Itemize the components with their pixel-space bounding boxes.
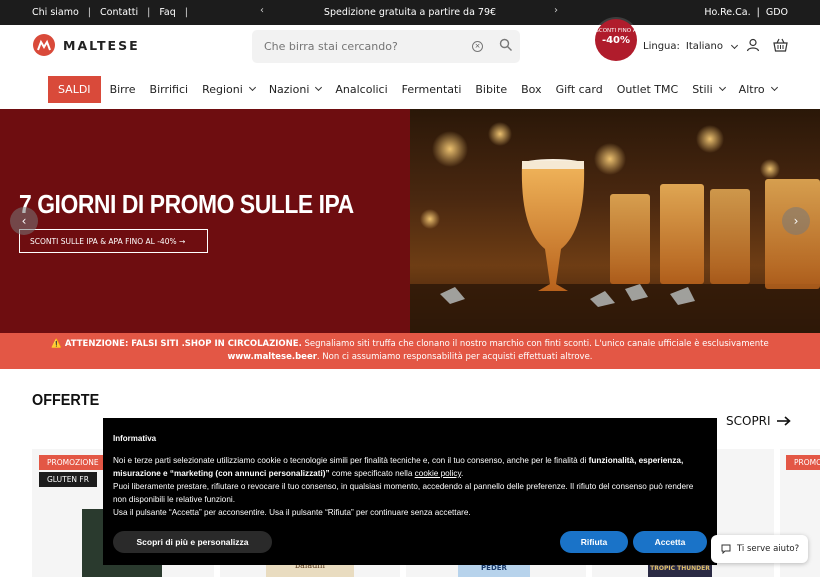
nav-item-regioni[interactable]: Regioni xyxy=(202,82,256,96)
nav-item-bibite[interactable]: Bibite xyxy=(475,83,507,96)
link-horeca[interactable]: Ho.Re.Ca. xyxy=(704,7,750,18)
beer-glasses-illustration xyxy=(410,122,820,333)
cookie-text-2: Puoi liberamente prestare, rifiutare o r… xyxy=(113,482,694,504)
divider: | xyxy=(756,7,760,18)
search-input[interactable] xyxy=(264,37,464,55)
nav-label: Bibite xyxy=(475,82,508,96)
hero-left-panel xyxy=(0,109,410,333)
chevron-down-icon xyxy=(248,83,256,92)
nav-item-outlet-tmc[interactable]: Outlet TMC xyxy=(617,83,678,96)
language-selector[interactable]: Lingua: Italiano xyxy=(643,41,739,52)
nav-label: Altro xyxy=(738,82,765,96)
chevron-down-icon xyxy=(770,83,778,92)
nav-item-gift-card[interactable]: Gift card xyxy=(556,83,603,96)
cookie-policy-link[interactable]: cookie policy xyxy=(415,469,461,478)
nav-item-altro[interactable]: Altro xyxy=(738,82,778,96)
section-title: OFFERTE xyxy=(32,392,100,409)
nav-label: Birrifici xyxy=(149,82,189,96)
slider-next-icon[interactable]: › xyxy=(782,207,810,235)
warning-text: Segnaliamo siti truffa che clonano il no… xyxy=(301,339,769,349)
search-icon[interactable] xyxy=(499,38,513,52)
nav-label: Regioni xyxy=(202,82,243,96)
link-gdo[interactable]: GDO xyxy=(766,7,788,18)
language-label: Lingua: xyxy=(643,41,680,52)
top-right-links: Ho.Re.Ca. | GDO xyxy=(704,7,788,18)
hero-title: 7 GIORNI DI PROMO SULLE IPA xyxy=(19,189,354,219)
nav-label: Nazioni xyxy=(268,82,310,96)
logo-text: MALTESE xyxy=(63,37,140,53)
nav-item-stili[interactable]: Stili xyxy=(692,82,726,96)
language-value: Italiano xyxy=(685,41,724,52)
user-icon[interactable] xyxy=(746,38,760,52)
top-bar: Chi siamo | Contatti | Faq | Spedizione … xyxy=(0,0,820,25)
promo-tag: PROMOZIONE xyxy=(39,455,107,470)
chevron-down-icon xyxy=(730,41,739,49)
announcement-prev-icon[interactable]: ‹ xyxy=(260,5,264,16)
cookie-text: . xyxy=(460,469,464,478)
cookie-text: Noi e terze parti selezionate utilizziam… xyxy=(113,456,589,465)
warning-title: ⚠️ ATTENZIONE: FALSI SITI .SHOP IN CIRCO… xyxy=(51,339,302,349)
nav-item-analcolici[interactable]: Analcolici xyxy=(335,83,387,96)
header: MALTESE × Lingua: Italiano xyxy=(0,25,820,69)
search-bar: × xyxy=(252,30,520,63)
nav-item-fermentati[interactable]: Fermentati xyxy=(402,83,462,96)
customize-button[interactable]: Scopri di più e personalizza xyxy=(113,531,272,553)
nav-label: Box xyxy=(521,82,542,96)
cookie-body: Noi e terze parti selezionate utilizziam… xyxy=(113,454,709,519)
discount-badge: SCONTI FINO A -40% xyxy=(595,19,637,61)
chevron-down-icon xyxy=(315,83,323,92)
logo-mark-icon xyxy=(33,34,55,56)
header-icons xyxy=(746,38,788,52)
slider-prev-icon[interactable]: ‹ xyxy=(10,207,38,235)
nav-label: Analcolici xyxy=(335,82,388,96)
nav-item-box[interactable]: Box xyxy=(521,83,541,96)
scopri-label: SCOPRI xyxy=(726,414,771,428)
nav-label: Birre xyxy=(109,82,136,96)
hero-cta-button[interactable]: SCONTI SULLE IPA & APA FINO AL -40% → xyxy=(19,229,208,253)
cookie-consent-dialog: Informativa Noi e terze parti selezionat… xyxy=(103,418,717,565)
gluten-free-tag: GLUTEN FR xyxy=(39,472,97,487)
warning-banner: ⚠️ ATTENZIONE: FALSI SITI .SHOP IN CIRCO… xyxy=(0,333,820,369)
warning-text-2: . Non ci assumiamo responsabilità per ac… xyxy=(316,351,593,362)
help-label: Ti serve aiuto? xyxy=(737,544,800,554)
arrow-right-icon xyxy=(776,416,791,426)
nav-label: Stili xyxy=(692,82,713,96)
nav-item-birrifici[interactable]: Birrifici xyxy=(150,83,189,96)
cookie-text: come specificato nella xyxy=(329,469,415,478)
main-nav: SALDI Birre Birrifici Regioni Nazioni An… xyxy=(0,69,820,109)
accept-button[interactable]: Accetta xyxy=(633,531,707,553)
official-domain: www.maltese.beer xyxy=(227,351,317,362)
scopri-link[interactable]: SCOPRI xyxy=(726,414,791,428)
nav-label: Outlet TMC xyxy=(616,82,679,96)
hero-banner[interactable]: 7 GIORNI DI PROMO SULLE IPA SCONTI SULLE… xyxy=(0,109,820,333)
hero-image xyxy=(410,109,820,333)
nav-item-birre[interactable]: Birre xyxy=(110,83,136,96)
logo[interactable]: MALTESE xyxy=(33,34,140,56)
badge-value: -40% xyxy=(601,35,631,46)
chat-icon xyxy=(721,544,731,554)
help-chat-button[interactable]: Ti serve aiuto? xyxy=(711,535,808,563)
nav-item-saldi[interactable]: SALDI xyxy=(48,75,101,103)
badge-label: SCONTI FINO A xyxy=(595,28,637,34)
nav-label: Fermentati xyxy=(401,82,462,96)
cookie-title: Informativa xyxy=(113,434,157,443)
nav-item-nazioni[interactable]: Nazioni xyxy=(268,82,323,96)
nav-label: Gift card xyxy=(555,82,603,96)
announcement-text: Spedizione gratuita a partire da 79€ xyxy=(323,7,497,18)
announcement-next-icon[interactable]: › xyxy=(554,5,558,16)
cart-icon[interactable] xyxy=(773,38,788,52)
promo-tag: PROMO xyxy=(786,455,820,470)
chevron-down-icon xyxy=(718,83,726,92)
clear-icon[interactable]: × xyxy=(472,41,483,52)
cookie-text-3: Usa il pulsante “Accetta” per acconsenti… xyxy=(113,508,471,517)
reject-button[interactable]: Rifiuta xyxy=(560,531,628,553)
